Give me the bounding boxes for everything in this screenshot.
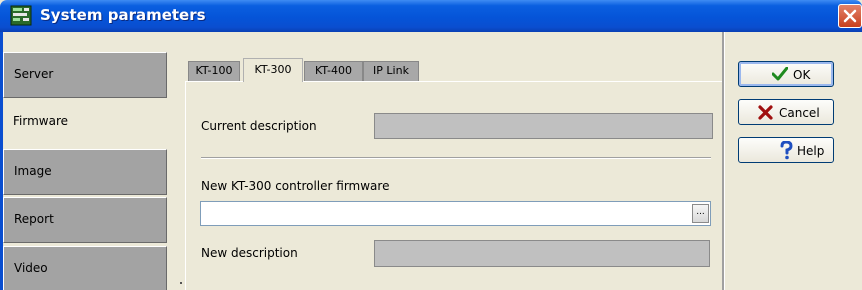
current-description-label: Current description: [201, 119, 317, 133]
tab-kt-100[interactable]: KT-100: [188, 61, 240, 81]
new-firmware-input[interactable]: [200, 201, 711, 226]
new-description-label: New description: [201, 246, 298, 260]
sidebar-item-label: Firmware: [13, 114, 68, 128]
new-firmware-label: New KT-300 controller firmware: [201, 179, 390, 193]
sidebar-item-label: Video: [14, 261, 48, 275]
close-button[interactable]: [838, 4, 862, 28]
sidebar-item-firmware[interactable]: Firmware: [3, 100, 167, 146]
window-title: System parameters: [40, 6, 206, 24]
vertical-divider: [722, 32, 725, 290]
sidebar-item-label: Report: [14, 212, 54, 226]
tab-kt-400[interactable]: KT-400: [304, 61, 363, 81]
cancel-label: Cancel: [779, 106, 820, 120]
tab-kt-300[interactable]: KT-300: [243, 58, 303, 82]
sidebar-item-label: Server: [14, 67, 54, 81]
sidebar-item-label: Image: [14, 164, 52, 178]
sidebar-item-image[interactable]: Image: [3, 149, 167, 195]
close-icon: [843, 9, 857, 23]
cancel-button[interactable]: Cancel: [738, 99, 834, 125]
checkmark-icon: [772, 67, 788, 81]
help-label: Help: [797, 144, 825, 158]
tab-ip-link[interactable]: IP Link: [363, 61, 419, 81]
help-button[interactable]: Help: [738, 137, 834, 163]
question-mark-icon: [780, 141, 793, 160]
scroll-indicator-dot: [180, 282, 182, 284]
sidebar-item-server[interactable]: Server: [3, 52, 167, 98]
sidebar-item-report[interactable]: Report: [3, 197, 167, 243]
x-cross-icon: [758, 105, 773, 120]
dialog-window: System parameters Server Firmware Image …: [0, 0, 862, 290]
form-separator: [201, 157, 711, 159]
sidebar-item-video[interactable]: Video: [3, 246, 167, 290]
ok-label: OK: [793, 68, 811, 82]
browse-file-button[interactable]: ...: [692, 204, 709, 223]
system-parameters-icon: [10, 5, 32, 26]
new-description-field[interactable]: [374, 240, 710, 267]
ok-button[interactable]: OK: [738, 61, 834, 87]
title-bar[interactable]: System parameters: [0, 0, 862, 32]
current-description-field: [374, 113, 713, 139]
